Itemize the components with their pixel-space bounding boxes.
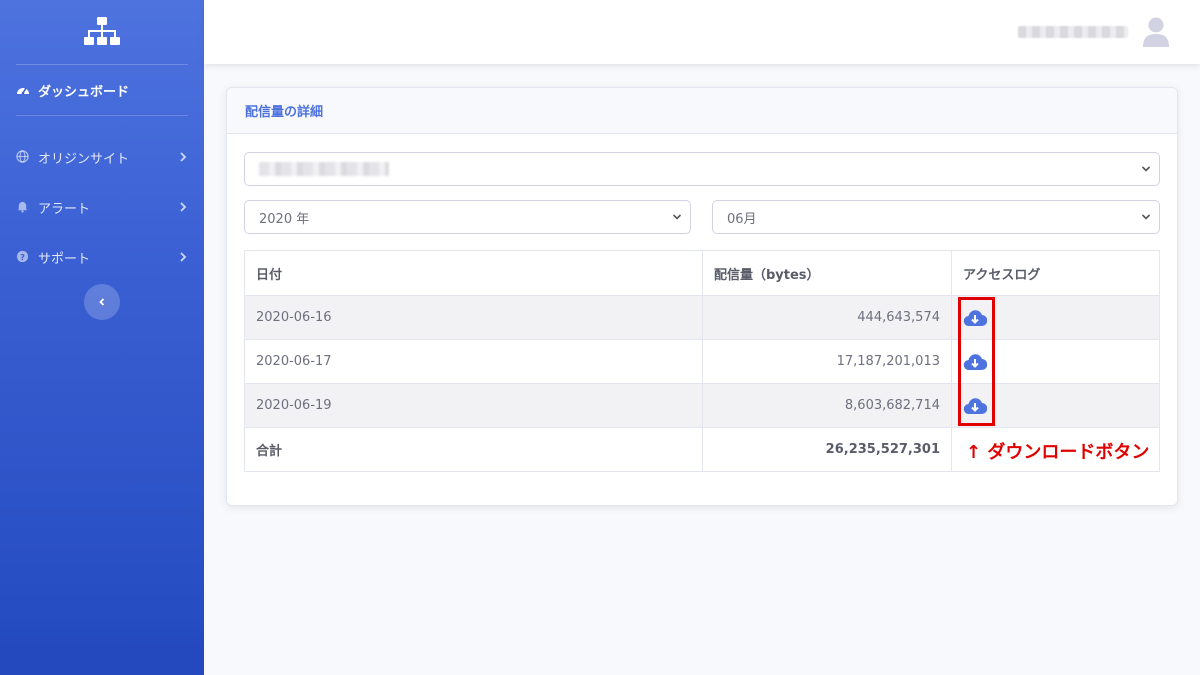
chevron-right-icon bbox=[178, 202, 188, 212]
card-title: 配信量の詳細 bbox=[227, 88, 1177, 134]
table-row: 2020-06-17 17,187,201,013 bbox=[244, 339, 1160, 384]
sidebar-item-origin-sites[interactable]: オリジンサイト bbox=[0, 132, 204, 182]
globe-icon bbox=[16, 150, 30, 164]
chevron-left-icon bbox=[97, 297, 107, 307]
column-header-date: 日付 bbox=[244, 250, 703, 296]
bytes-cell: 444,643,574 bbox=[702, 295, 952, 340]
download-button-annotation: ↑ ダウンロードボタン bbox=[966, 442, 1150, 463]
sidebar-brand[interactable] bbox=[0, 0, 204, 64]
year-select[interactable]: 2020 年 bbox=[244, 200, 691, 234]
access-log-cell bbox=[951, 383, 1160, 428]
question-circle-icon: ? bbox=[16, 250, 30, 264]
chevron-right-icon bbox=[178, 152, 188, 162]
column-header-bytes: 配信量（bytes） bbox=[702, 250, 952, 296]
sidebar-item-label: ダッシュボード bbox=[38, 84, 130, 100]
site-select[interactable] bbox=[244, 152, 1160, 186]
access-log-cell bbox=[951, 339, 1160, 384]
svg-text:?: ? bbox=[20, 252, 25, 262]
cloud-download-icon[interactable] bbox=[963, 396, 987, 416]
table-row: 2020-06-16 444,643,574 bbox=[244, 295, 1160, 340]
sidebar-footer bbox=[0, 635, 204, 675]
date-cell: 2020-06-17 bbox=[244, 339, 703, 384]
total-bytes-cell: 26,235,527,301 bbox=[702, 427, 952, 472]
bell-icon bbox=[16, 200, 30, 214]
sidebar: ダッシュボード オリジンサイト アラート ? サポート bbox=[0, 0, 204, 675]
tachometer-icon bbox=[16, 83, 30, 97]
sidebar-item-support[interactable]: ? サポート bbox=[0, 232, 204, 282]
chevron-right-icon bbox=[178, 252, 188, 262]
sitemap-icon bbox=[83, 16, 121, 48]
total-label-cell: 合計 bbox=[244, 427, 703, 472]
chevron-down-icon bbox=[1141, 212, 1151, 222]
cloud-download-icon[interactable] bbox=[963, 308, 987, 328]
date-cell: 2020-06-16 bbox=[244, 295, 703, 340]
sidebar-item-alerts[interactable]: アラート bbox=[0, 182, 204, 232]
month-select[interactable]: 06月 bbox=[712, 200, 1160, 234]
chevron-down-icon bbox=[1141, 164, 1151, 174]
topbar bbox=[204, 0, 1200, 64]
table-header-row: 日付 配信量（bytes） アクセスログ bbox=[244, 250, 1160, 296]
sidebar-item-dashboard[interactable]: ダッシュボード bbox=[0, 65, 204, 115]
chevron-down-icon bbox=[672, 212, 682, 222]
sidebar-item-label: サポート bbox=[38, 251, 91, 267]
cloud-download-icon[interactable] bbox=[963, 352, 987, 372]
month-select-value: 06月 bbox=[727, 211, 757, 227]
user-icon[interactable] bbox=[1142, 16, 1170, 48]
sidebar-toggle-button[interactable] bbox=[84, 284, 120, 320]
access-log-cell bbox=[951, 295, 1160, 340]
column-header-access-log: アクセスログ bbox=[951, 250, 1160, 296]
bytes-cell: 17,187,201,013 bbox=[702, 339, 952, 384]
sidebar-item-label: アラート bbox=[38, 201, 91, 217]
table-row: 2020-06-19 8,603,682,714 bbox=[244, 383, 1160, 428]
date-cell: 2020-06-19 bbox=[244, 383, 703, 428]
site-select-value-redacted bbox=[259, 162, 389, 176]
user-name-redacted[interactable] bbox=[1018, 26, 1128, 38]
year-select-value: 2020 年 bbox=[259, 211, 310, 227]
bytes-cell: 8,603,682,714 bbox=[702, 383, 952, 428]
sidebar-item-label: オリジンサイト bbox=[38, 151, 130, 167]
